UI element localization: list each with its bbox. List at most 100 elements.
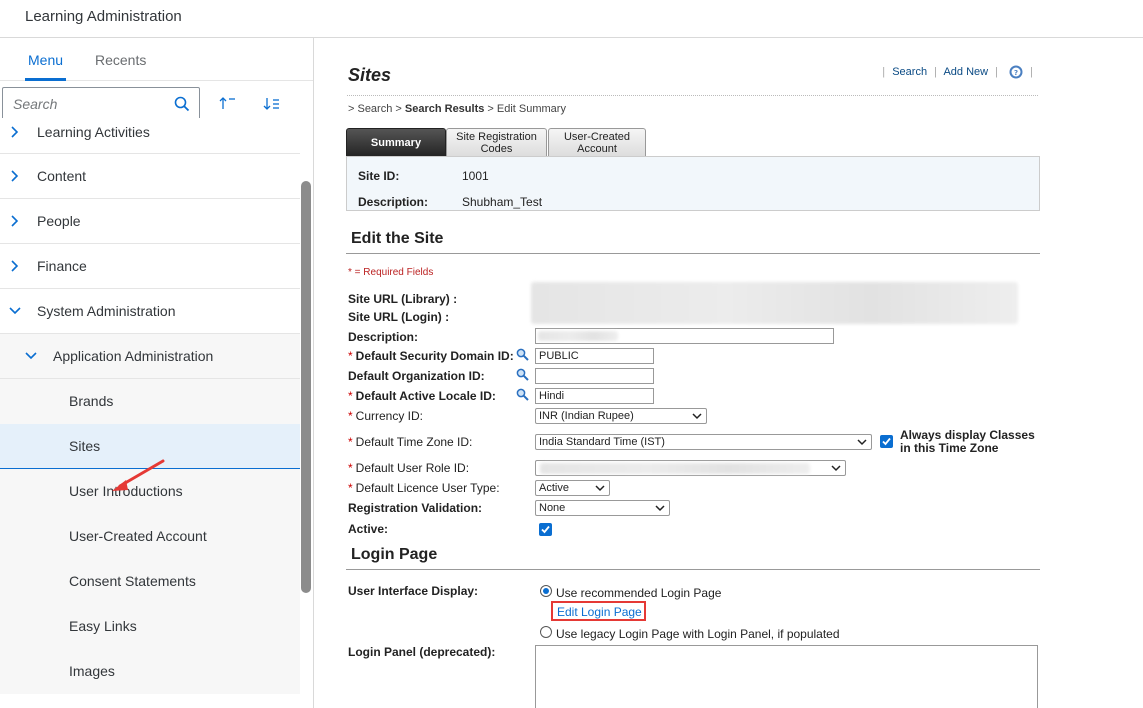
title-divider — [347, 95, 1038, 96]
locale-label: * Default Active Locale ID: — [348, 389, 496, 403]
description-label: Description: — [358, 195, 429, 209]
registration-validation-label: Registration Validation: — [348, 501, 483, 515]
main-content: Sites | Search | Add New | ? | > Search … — [314, 38, 1143, 708]
menu-item-label: Sites — [69, 438, 101, 454]
radio-recommended-label: Use recommended Login Page — [556, 586, 722, 600]
radio-legacy-login[interactable] — [540, 626, 552, 638]
tab-menu[interactable]: Menu — [28, 52, 63, 68]
chevron-right-icon — [11, 126, 19, 138]
description-value: Shubham_Test — [462, 195, 543, 209]
user-role-label-text: Default User Role ID: — [355, 461, 470, 475]
chevron-down-icon — [9, 307, 21, 315]
organization-input[interactable] — [535, 368, 654, 384]
description-input[interactable] — [535, 328, 834, 344]
menu-item-learning-activities[interactable]: Learning Activities — [0, 118, 300, 154]
magnifier-icon[interactable] — [516, 388, 529, 401]
tab-recents[interactable]: Recents — [95, 52, 146, 68]
registration-validation-select[interactable]: None — [535, 500, 670, 516]
chevron-down-icon — [692, 413, 702, 420]
menu-item-label: Consent Statements — [69, 573, 196, 589]
tab-site-registration-codes[interactable]: Site Registration Codes — [446, 128, 547, 157]
login-section-title: Login Page — [351, 546, 438, 563]
menu-item-label: System Administration — [37, 303, 176, 319]
menu-item-content[interactable]: Content — [0, 154, 300, 199]
user-role-label: * Default User Role ID: — [348, 461, 470, 475]
sort-descending-icon[interactable] — [262, 95, 282, 113]
time-zone-select[interactable]: India Standard Time (IST) — [535, 434, 872, 450]
menu-item-label: Images — [69, 663, 115, 679]
checkmark-icon — [882, 437, 891, 446]
login-section-divider — [346, 569, 1040, 570]
menu-item-system-administration[interactable]: System Administration — [0, 289, 300, 334]
locale-input[interactable]: Hindi — [535, 388, 654, 404]
menu-item-application-administration[interactable]: Application Administration — [0, 334, 300, 379]
chevron-down-icon — [25, 352, 37, 360]
time-zone-label: * Default Time Zone ID: — [348, 435, 473, 449]
currency-select[interactable]: INR (Indian Rupee) — [535, 408, 707, 424]
time-zone-value: India Standard Time (IST) — [539, 436, 665, 448]
search-icon[interactable] — [174, 96, 190, 112]
menu-item-label: Content — [37, 168, 87, 184]
breadcrumb-current[interactable]: Search Results — [405, 103, 484, 115]
edit-section-title: Edit the Site — [351, 230, 444, 247]
app-title: Learning Administration — [25, 8, 182, 25]
security-domain-label-text: Default Security Domain ID: — [355, 349, 514, 363]
always-display-checkbox[interactable] — [880, 435, 893, 448]
description-field-label: Description: — [348, 330, 419, 344]
menu-item-label: Application Administration — [53, 348, 214, 364]
menu-item-brands[interactable]: Brands — [0, 379, 300, 424]
menu-item-label: People — [37, 213, 81, 229]
breadcrumb-prefix[interactable]: > Search > — [348, 103, 405, 115]
active-checkbox[interactable] — [539, 523, 552, 536]
menu-item-label: Easy Links — [69, 618, 137, 634]
currency-value: INR (Indian Rupee) — [539, 410, 634, 422]
licence-type-value: Active — [539, 482, 569, 494]
tab-user-created-account[interactable]: User-Created Account — [548, 128, 646, 157]
edit-login-page-link[interactable]: Edit Login Page — [551, 601, 646, 621]
menu-item-images[interactable]: Images — [0, 649, 300, 694]
red-arrow-annotation-icon — [112, 459, 165, 491]
menu-item-label: Learning Activities — [37, 124, 150, 140]
active-label: Active: — [348, 522, 389, 536]
redacted-site-url — [531, 282, 1018, 324]
locale-label-text: Default Active Locale ID: — [355, 389, 496, 403]
redacted-user-role — [540, 463, 810, 474]
chevron-right-icon — [11, 170, 19, 182]
tab-summary[interactable]: Summary — [346, 128, 446, 157]
sort-ascending-icon[interactable] — [218, 95, 238, 113]
security-domain-label: * Default Security Domain ID: — [348, 349, 514, 363]
radio-recommended-login[interactable] — [540, 585, 552, 597]
menu-item-label: Brands — [69, 393, 114, 409]
add-new-link[interactable]: Add New — [943, 66, 988, 78]
ui-display-label: User Interface Display: — [348, 584, 479, 598]
licence-type-label: * Default Licence User Type: — [348, 481, 500, 495]
svg-text:?: ? — [1014, 69, 1018, 77]
menu-item-easy-links[interactable]: Easy Links — [0, 604, 300, 649]
sidebar: Menu Recents Learning Activities Content — [0, 38, 314, 708]
menu-list: Learning Activities Content People Finan… — [0, 118, 300, 694]
security-domain-input[interactable]: PUBLIC — [535, 348, 654, 364]
help-icon[interactable]: ? — [1009, 65, 1023, 79]
user-role-select[interactable] — [535, 460, 846, 476]
registration-validation-value: None — [539, 502, 566, 514]
checkmark-icon — [541, 525, 550, 534]
menu-item-consent-statements[interactable]: Consent Statements — [0, 559, 300, 604]
menu-item-finance[interactable]: Finance — [0, 244, 300, 289]
currency-label: * Currency ID: — [348, 409, 424, 423]
chevron-down-icon — [857, 439, 867, 446]
magnifier-icon[interactable] — [516, 348, 529, 361]
menu-search-input[interactable] — [13, 95, 163, 113]
tab-label: User-Created Account — [563, 131, 631, 155]
menu-item-user-created-account[interactable]: User-Created Account — [0, 514, 300, 559]
sidebar-scrollbar[interactable] — [301, 181, 311, 593]
login-panel-textarea[interactable] — [535, 645, 1038, 708]
chevron-down-icon — [831, 465, 841, 472]
menu-item-label: Finance — [37, 258, 87, 274]
menu-item-people[interactable]: People — [0, 199, 300, 244]
licence-type-select[interactable]: Active — [535, 480, 610, 496]
site-url-login-label: Site URL (Login) : — [348, 310, 450, 324]
breadcrumb: > Search > Search Results > Edit Summary — [348, 103, 566, 115]
magnifier-icon[interactable] — [516, 368, 529, 381]
chevron-right-icon — [11, 215, 19, 227]
search-link[interactable]: Search — [892, 66, 927, 78]
